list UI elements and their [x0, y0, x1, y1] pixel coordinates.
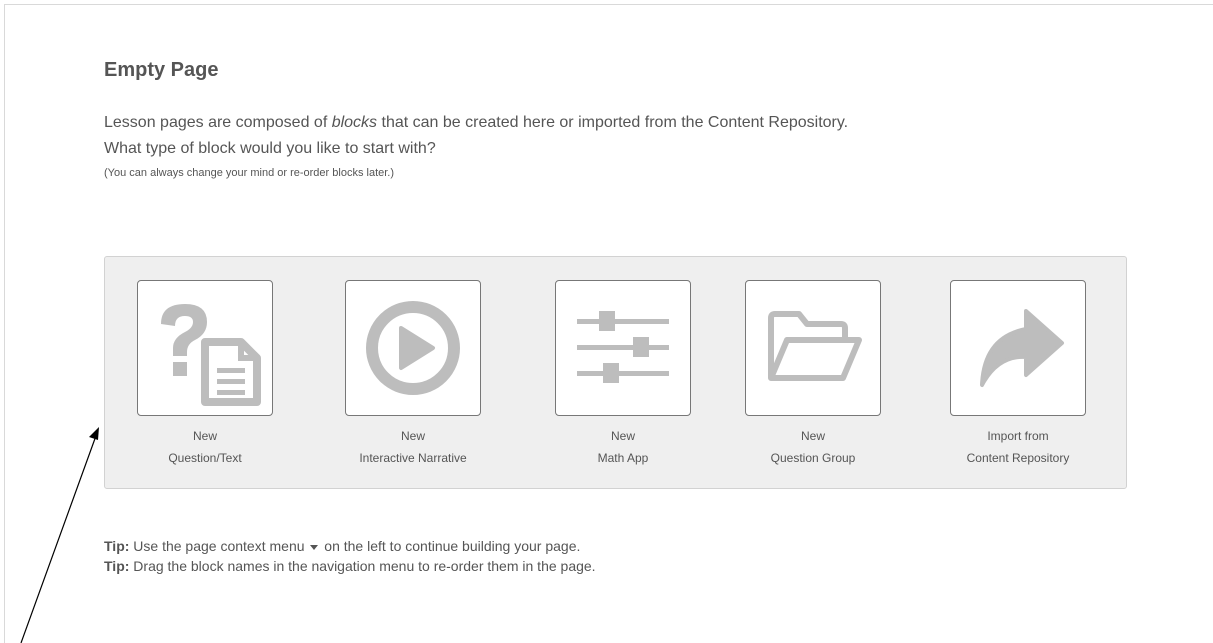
annotation-arrow	[20, 427, 99, 643]
